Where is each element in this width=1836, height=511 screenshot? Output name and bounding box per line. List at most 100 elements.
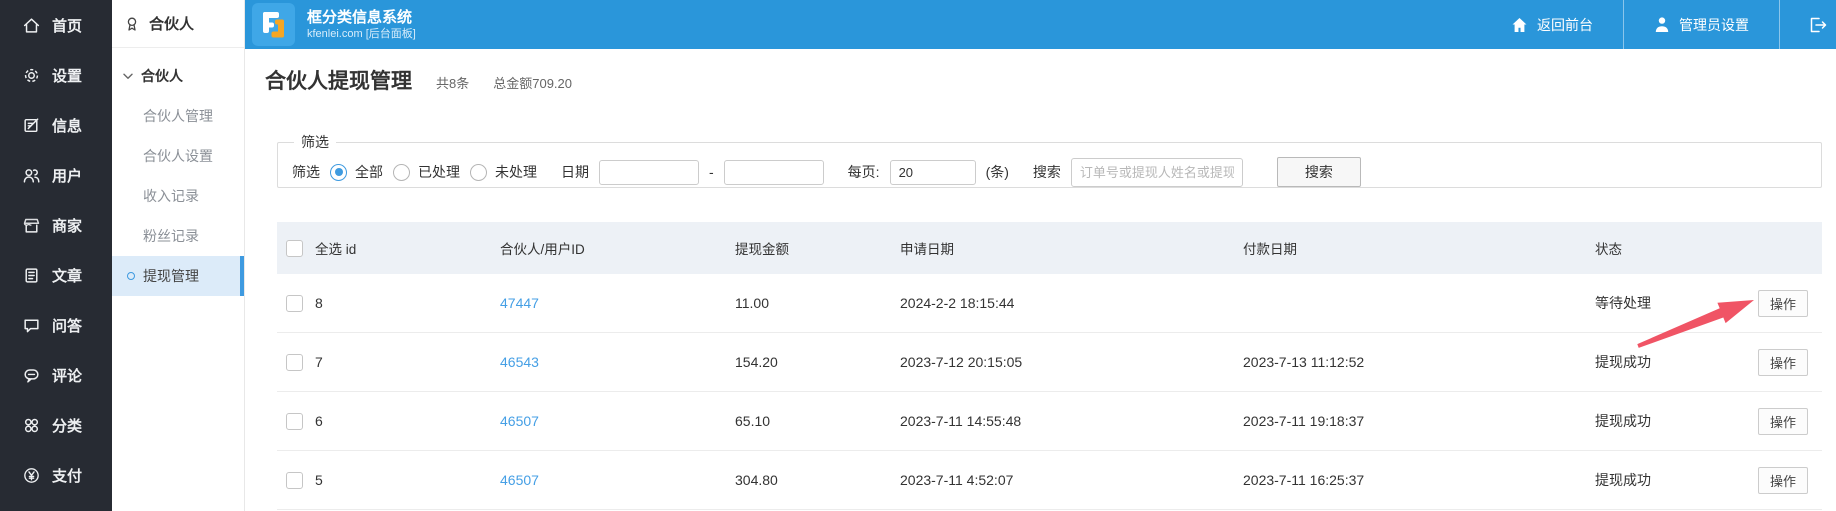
radio-processed[interactable]: 已处理: [393, 162, 460, 182]
partner-id-link[interactable]: 46543: [500, 354, 735, 370]
table-row: 7 46543 154.20 2023-7-12 20:15:05 2023-7…: [277, 333, 1822, 392]
cell-id: 5: [315, 472, 323, 488]
sidebar-item-merchants[interactable]: 商家: [0, 200, 112, 250]
sidebar-item-payments[interactable]: 支付: [0, 450, 112, 500]
brand-text: 框分类信息系统 kfenlei.com [后台面板]: [307, 8, 416, 42]
search-button[interactable]: 搜索: [1276, 157, 1361, 187]
admin-app: 首页 设置 信息 用户 商家 文章 问答 评论 分类 支付 合伙人 合伙人 合伙…: [0, 0, 1836, 511]
radio-all-icon[interactable]: [330, 163, 347, 181]
per-page-input[interactable]: [889, 159, 976, 185]
pay-icon: [24, 467, 39, 483]
cell-apply-date: 2023-7-11 4:52:07: [900, 472, 1014, 488]
brand-logo: [252, 3, 295, 46]
radio-processed-icon[interactable]: [393, 163, 410, 181]
row-checkbox[interactable]: [286, 294, 303, 312]
sidebar-item-label: 评论: [52, 367, 83, 385]
brand-subtitle: kfenlei.com [后台面板]: [307, 28, 416, 41]
cell-id: 7: [315, 354, 323, 370]
table-row: 6 46507 65.10 2023-7-11 14:55:48 2023-7-…: [277, 392, 1822, 451]
chevron-down-icon: [123, 73, 133, 79]
submenu-item-label: 合伙人管理: [143, 108, 213, 124]
submenu-group-partner[interactable]: 合伙人: [112, 56, 244, 96]
store-icon: [23, 218, 40, 233]
select-all-checkbox[interactable]: [286, 239, 303, 257]
cell-amount: 11.00: [735, 295, 769, 311]
users-icon: [23, 168, 40, 183]
row-checkbox[interactable]: [286, 412, 303, 430]
search-label: 搜索: [1032, 164, 1061, 180]
sidebar-item-label: 用户: [52, 167, 83, 185]
sidebar-item-label: 问答: [52, 317, 83, 335]
sidebar-item-messages[interactable]: 信息: [0, 100, 112, 150]
submenu-item-income-records[interactable]: 收入记录: [112, 176, 244, 216]
radio-unprocessed[interactable]: 未处理: [470, 162, 537, 182]
partner-id-link[interactable]: 46507: [500, 413, 735, 429]
date-from-input[interactable]: [599, 159, 699, 185]
per-page-label: 每页:: [847, 164, 880, 180]
back-to-front-link[interactable]: 返回前台: [1481, 0, 1623, 49]
header-pay-date: 付款日期: [1243, 242, 1297, 257]
date-to-input[interactable]: [723, 159, 824, 185]
header-amount: 提现金额: [735, 242, 789, 257]
submenu-item-label: 收入记录: [143, 188, 199, 204]
table-header-row: 全选 id 合伙人/用户ID 提现金额 申请日期 付款日期 状态: [277, 222, 1822, 274]
sidebar-item-comments[interactable]: 评论: [0, 350, 112, 400]
radio-all[interactable]: 全部: [330, 162, 383, 182]
row-checkbox[interactable]: [286, 353, 303, 371]
cell-pay-date: 2023-7-13 11:12:52: [1243, 354, 1365, 370]
user-icon: [1655, 17, 1669, 32]
radio-processed-label: 已处理: [418, 164, 460, 180]
cell-amount: 65.10: [735, 413, 771, 429]
filter-panel: 筛选 筛选 全部 已处理 未处理 日期 - 每页: 20 (条) 搜索 订单号或…: [277, 132, 1822, 188]
sidebar-item-articles[interactable]: 文章: [0, 250, 112, 300]
partner-id-link[interactable]: 46507: [500, 472, 735, 488]
page-header: 合伙人提现管理 共8条 总金额709.20: [265, 65, 572, 95]
admin-settings-link[interactable]: 管理员设置: [1624, 0, 1779, 49]
submenu-item-withdraw-manage[interactable]: 提现管理: [112, 256, 244, 296]
gear-icon: [24, 68, 39, 82]
badge-icon: [127, 17, 137, 31]
filter-row: 筛选 全部 已处理 未处理 日期 - 每页: (: [292, 157, 1809, 187]
submenu-header: 合伙人: [112, 0, 244, 48]
sidebar-item-qa[interactable]: 问答: [0, 300, 112, 350]
qa-icon: [24, 318, 39, 332]
back-to-front-label: 返回前台: [1537, 16, 1593, 33]
partner-submenu: 合伙人 合伙人 合伙人管理 合伙人设置 收入记录 粉丝记录 提现管理: [112, 0, 245, 511]
submenu-group-label: 合伙人: [141, 68, 183, 84]
sidebar-item-home[interactable]: 首页: [0, 0, 112, 50]
record-count: 共8条: [436, 76, 470, 91]
cell-amount: 154.20: [735, 354, 778, 370]
action-button[interactable]: 操作: [1758, 289, 1808, 317]
sidebar-item-categories[interactable]: 分类: [0, 400, 112, 450]
submenu-item-partner-settings[interactable]: 合伙人设置: [112, 136, 244, 176]
filter-label: 筛选: [292, 164, 320, 180]
sidebar-item-label: 首页: [52, 17, 83, 35]
submenu-item-label: 合伙人设置: [143, 148, 213, 164]
partner-id-link[interactable]: 47447: [500, 295, 735, 311]
filter-legend: 筛选: [301, 134, 329, 150]
table-row: 8 47447 11.00 2024-2-2 18:15:44 等待处理 操作: [277, 274, 1822, 333]
message-icon: [24, 117, 39, 132]
sidebar-item-users[interactable]: 用户: [0, 150, 112, 200]
logout-button[interactable]: [1780, 0, 1836, 49]
sidebar-item-settings[interactable]: 设置: [0, 50, 112, 100]
cell-apply-date: 2024-2-2 18:15:44: [900, 295, 1015, 311]
sidebar-item-label: 商家: [52, 217, 83, 235]
total-amount: 总金额709.20: [493, 76, 572, 91]
submenu-item-partner-manage[interactable]: 合伙人管理: [112, 96, 244, 136]
search-input[interactable]: [1070, 157, 1243, 187]
action-button[interactable]: 操作: [1758, 466, 1808, 494]
radio-unprocessed-icon[interactable]: [470, 163, 487, 181]
topbar-actions: 返回前台 管理员设置: [1481, 0, 1836, 49]
sidebar-item-label: 信息: [52, 117, 83, 135]
brand-title: 框分类信息系统: [307, 8, 413, 26]
header-partner: 合伙人/用户ID: [500, 242, 585, 257]
header-select-id: 全选 id: [315, 242, 357, 257]
action-button[interactable]: 操作: [1758, 348, 1808, 376]
row-checkbox[interactable]: [286, 471, 303, 489]
action-button[interactable]: 操作: [1758, 407, 1808, 435]
cell-apply-date: 2023-7-11 14:55:48: [900, 413, 1022, 429]
submenu-item-fans-records[interactable]: 粉丝记录: [112, 216, 244, 256]
date-label: 日期: [561, 164, 589, 180]
logout-icon: [1810, 17, 1827, 32]
